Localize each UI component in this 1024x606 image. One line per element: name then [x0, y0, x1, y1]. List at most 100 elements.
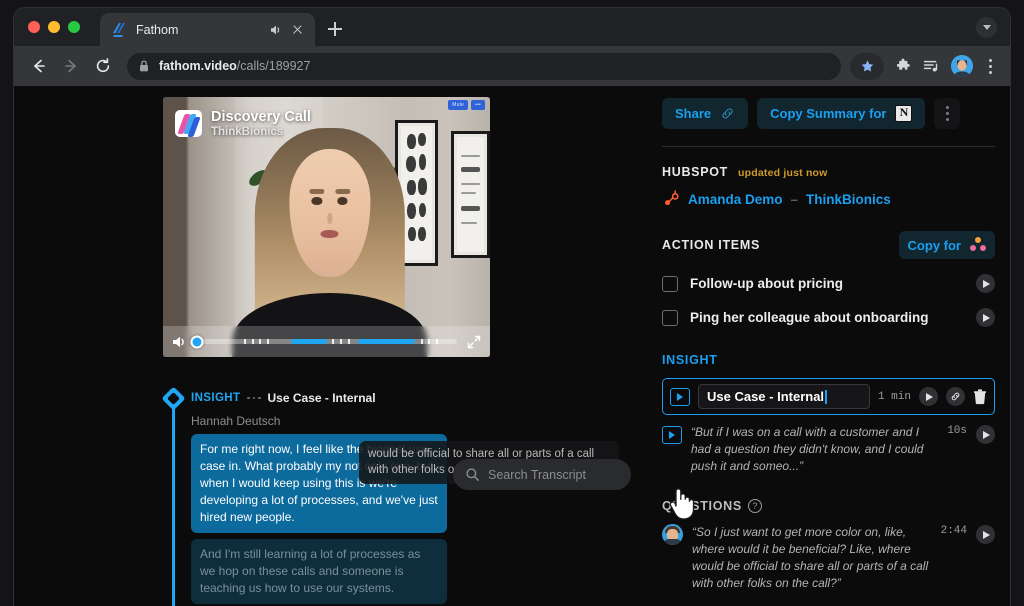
hubspot-contact-link[interactable]: Amanda Demo — [688, 192, 783, 207]
tab-search-button[interactable] — [976, 17, 997, 38]
copy-summary-label: Copy Summary for — [770, 106, 887, 121]
lock-icon — [138, 59, 150, 73]
clip-video-icon[interactable] — [662, 426, 682, 444]
reload-icon — [96, 58, 110, 73]
link-icon[interactable] — [946, 387, 965, 406]
help-icon[interactable]: ? — [747, 499, 762, 514]
notion-icon — [895, 105, 913, 122]
video-title-overlay: Discovery Call ThinkBionics — [175, 109, 311, 138]
action-item-text: Ping her colleague about onboarding — [690, 310, 929, 325]
address-bar[interactable]: fathom.video/calls/189927 — [127, 52, 841, 80]
question-row: “So I just want to get more color on, li… — [662, 524, 995, 592]
action-item-text: Follow-up about pricing — [690, 276, 843, 291]
action-items-title: ACTION ITEMS — [662, 238, 760, 252]
new-tab-button[interactable] — [324, 18, 346, 40]
star-icon — [861, 59, 873, 71]
extensions-button[interactable] — [890, 53, 916, 79]
chevron-down-icon — [982, 25, 991, 30]
insight-title: INSIGHT — [662, 353, 718, 367]
search-transcript-input[interactable]: Search Transcript — [453, 459, 631, 490]
asana-icon — [969, 237, 986, 254]
url-text: fathom.video/calls/189927 — [159, 59, 310, 73]
hubspot-icon — [662, 190, 680, 208]
meeting-more-button[interactable]: ••• — [471, 100, 485, 110]
call-participant-video — [231, 128, 428, 357]
copy-for-label: Copy for — [907, 237, 961, 253]
wall-art-2 — [450, 130, 490, 259]
action-item-checkbox[interactable] — [662, 275, 678, 292]
ellipsis-icon[interactable] — [247, 396, 261, 400]
url-host: fathom.video — [159, 59, 237, 73]
hubspot-section-header: HUBSPOT updated just now — [662, 165, 995, 179]
insight-name-input[interactable]: Use Case - Internal — [698, 384, 870, 409]
embedded-meeting-controls: Mute ••• — [448, 100, 485, 110]
play-icon[interactable] — [976, 525, 995, 545]
transcript-list: INSIGHT Use Case - Internal Hannah Deuts… — [161, 386, 490, 606]
speaker-icon[interactable] — [267, 22, 283, 38]
tab-strip: Fathom — [14, 8, 1010, 46]
forward-button[interactable] — [56, 51, 86, 81]
participant-avatar — [662, 524, 683, 546]
volume-icon[interactable] — [171, 334, 189, 350]
play-icon[interactable] — [976, 308, 995, 327]
panel-action-buttons: Share Copy Summary for — [662, 98, 995, 129]
back-button[interactable] — [24, 51, 54, 81]
copy-summary-button[interactable]: Copy Summary for — [757, 98, 926, 129]
puzzle-icon — [896, 58, 910, 70]
close-window-button[interactable] — [28, 21, 40, 33]
insight-duration: 1 min — [877, 390, 911, 403]
questions-title: QUESTIONS — [662, 499, 742, 514]
bookmark-button[interactable] — [850, 52, 884, 80]
fathom-logo-icon — [110, 21, 127, 38]
trash-icon[interactable] — [973, 388, 987, 405]
play-icon[interactable] — [919, 387, 938, 406]
transcript-insight-topic: Use Case - Internal — [267, 391, 376, 405]
text-caret — [825, 389, 827, 404]
hubspot-title: HUBSPOT — [662, 165, 729, 179]
questions-header: QUESTIONS ? — [662, 499, 995, 514]
transcript-speaker-name: Hannah Deutsch — [191, 414, 281, 428]
video-scrubber-handle[interactable] — [190, 335, 204, 348]
panel-divider — [662, 146, 995, 147]
insight-quote-duration: 10s — [947, 425, 967, 437]
timeline-rail — [172, 398, 175, 606]
page-content: Discovery Call ThinkBionics Mute ••• INS… — [14, 86, 1010, 606]
copy-for-asana-button[interactable]: Copy for — [898, 231, 995, 259]
clip-video-icon[interactable] — [670, 387, 690, 406]
close-icon[interactable] — [289, 22, 305, 38]
video-player[interactable]: Discovery Call ThinkBionics Mute ••• — [163, 97, 490, 357]
hubspot-record-row: Amanda Demo – ThinkBionics — [662, 190, 995, 208]
hubspot-updated-status: updated just now — [738, 167, 828, 179]
reload-button[interactable] — [88, 51, 118, 81]
action-item-checkbox[interactable] — [662, 309, 678, 326]
action-item-row[interactable]: Ping her colleague about onboarding — [662, 308, 995, 327]
transcript-insight-header: INSIGHT Use Case - Internal — [163, 386, 490, 410]
window-traffic-lights — [28, 21, 80, 33]
insight-quote-text: “But if I was on a call with a customer … — [691, 425, 924, 474]
question-text: “So I just want to get more color on, li… — [692, 525, 929, 591]
action-item-row[interactable]: Follow-up about pricing — [662, 274, 995, 293]
share-button[interactable]: Share — [662, 98, 749, 129]
reading-list-button[interactable] — [918, 53, 944, 79]
profile-avatar[interactable] — [951, 55, 973, 77]
play-icon[interactable] — [976, 425, 995, 444]
video-title: Discovery Call — [211, 109, 311, 125]
hubspot-company-link[interactable]: ThinkBionics — [806, 192, 891, 207]
minimize-window-button[interactable] — [48, 21, 60, 33]
browser-tab-fathom[interactable]: Fathom — [100, 13, 315, 46]
mute-button[interactable]: Mute — [448, 100, 469, 110]
insight-quote-row: “But if I was on a call with a customer … — [662, 424, 995, 475]
play-icon[interactable] — [976, 274, 995, 293]
fullscreen-icon[interactable] — [466, 334, 482, 350]
video-progress-bar[interactable] — [190, 335, 457, 348]
insight-card[interactable]: Use Case - Internal 1 min — [662, 378, 995, 415]
call-left-column: Discovery Call ThinkBionics Mute ••• INS… — [161, 86, 631, 606]
reading-list-icon — [923, 60, 938, 72]
panel-more-button[interactable] — [934, 98, 961, 129]
tab-title: Fathom — [136, 22, 179, 37]
maximize-window-button[interactable] — [68, 21, 80, 33]
browser-menu-button[interactable] — [980, 58, 1000, 74]
arrow-right-icon — [65, 59, 76, 73]
transcript-bubble[interactable]: And I'm still learning a lot of processe… — [191, 539, 447, 605]
share-label: Share — [675, 106, 712, 121]
